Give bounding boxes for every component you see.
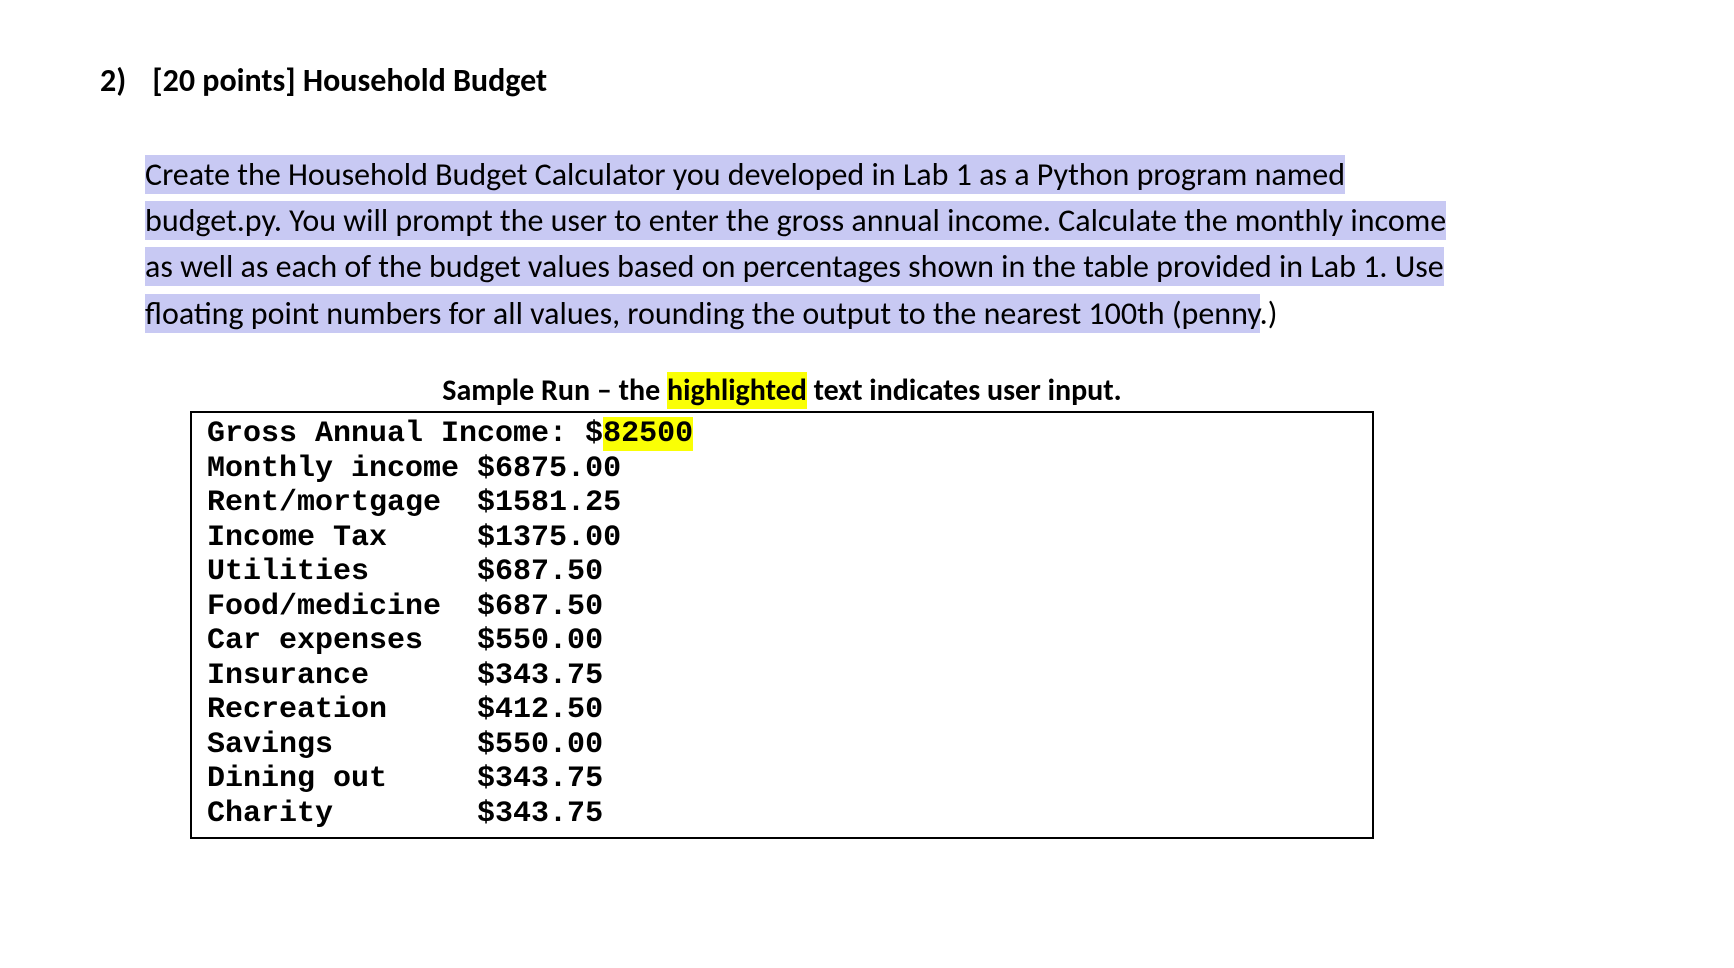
sample-user-input: 82500: [603, 417, 693, 451]
sample-row-label: Car expenses: [207, 624, 477, 658]
question-number: 2): [100, 60, 145, 102]
sample-output-row: Utilities $687.50: [207, 555, 1357, 590]
sample-output-row: Monthly income $6875.00: [207, 452, 1357, 487]
sample-row-label: Food/medicine: [207, 590, 477, 624]
sample-row-value: $550.00: [477, 624, 603, 658]
question-title: Household Budget: [303, 61, 547, 100]
sample-header-suffix: text indicates user input.: [807, 372, 1122, 409]
sample-output-row: Insurance $343.75: [207, 659, 1357, 694]
sample-row-value: $412.50: [477, 693, 603, 727]
sample-output-row: Car expenses $550.00: [207, 624, 1357, 659]
sample-row-label: Rent/mortgage: [207, 486, 477, 520]
sample-header-prefix: Sample Run – the: [442, 372, 667, 409]
sample-row-value: $687.50: [477, 555, 603, 589]
sample-prompt-label: Gross Annual Income: $: [207, 417, 603, 451]
instruction-line-2: budget.py. You will prompt the user to e…: [145, 201, 1446, 240]
sample-output-row: Charity $343.75: [207, 797, 1357, 832]
sample-row-label: Charity: [207, 797, 477, 831]
sample-header-highlighted: highlighted: [667, 372, 807, 409]
instructions: Create the Household Budget Calculator y…: [145, 152, 1634, 338]
sample-output-row: Recreation $412.50: [207, 693, 1357, 728]
sample-run-box: Gross Annual Income: $82500 Monthly inco…: [190, 411, 1374, 839]
question-header: 2) [20 points] Household Budget: [100, 60, 1634, 102]
sample-output-row: Income Tax $1375.00: [207, 521, 1357, 556]
sample-row-label: Savings: [207, 728, 477, 762]
sample-row-label: Recreation: [207, 693, 477, 727]
sample-row-value: $1581.25: [477, 486, 621, 520]
sample-row-label: Income Tax: [207, 521, 477, 555]
sample-row-value: $6875.00: [477, 452, 621, 486]
sample-output-row: Rent/mortgage $1581.25: [207, 486, 1357, 521]
sample-prompt-line: Gross Annual Income: $82500: [207, 417, 1357, 452]
sample-row-value: $1375.00: [477, 521, 621, 555]
sample-output-row: Dining out $343.75: [207, 762, 1357, 797]
sample-output-row: Savings $550.00: [207, 728, 1357, 763]
sample-row-label: Monthly income: [207, 452, 477, 486]
sample-row-value: $687.50: [477, 590, 603, 624]
instruction-line-4b: .): [1260, 294, 1278, 333]
sample-row-value: $343.75: [477, 762, 603, 796]
sample-row-value: $343.75: [477, 659, 603, 693]
sample-row-label: Insurance: [207, 659, 477, 693]
instruction-line-4a: floating point numbers for all values, r…: [145, 294, 1260, 333]
sample-output-row: Food/medicine $687.50: [207, 590, 1357, 625]
sample-row-value: $343.75: [477, 797, 603, 831]
instruction-line-3: as well as each of the budget values bas…: [145, 247, 1444, 286]
sample-output-rows: Monthly income $6875.00Rent/mortgage $15…: [207, 452, 1357, 832]
sample-run-header: Sample Run – the highlighted text indica…: [190, 372, 1374, 409]
sample-row-label: Utilities: [207, 555, 477, 589]
instruction-line-1: Create the Household Budget Calculator y…: [145, 155, 1345, 194]
sample-row-value: $550.00: [477, 728, 603, 762]
sample-row-label: Dining out: [207, 762, 477, 796]
question-points: [20 points]: [152, 61, 295, 100]
